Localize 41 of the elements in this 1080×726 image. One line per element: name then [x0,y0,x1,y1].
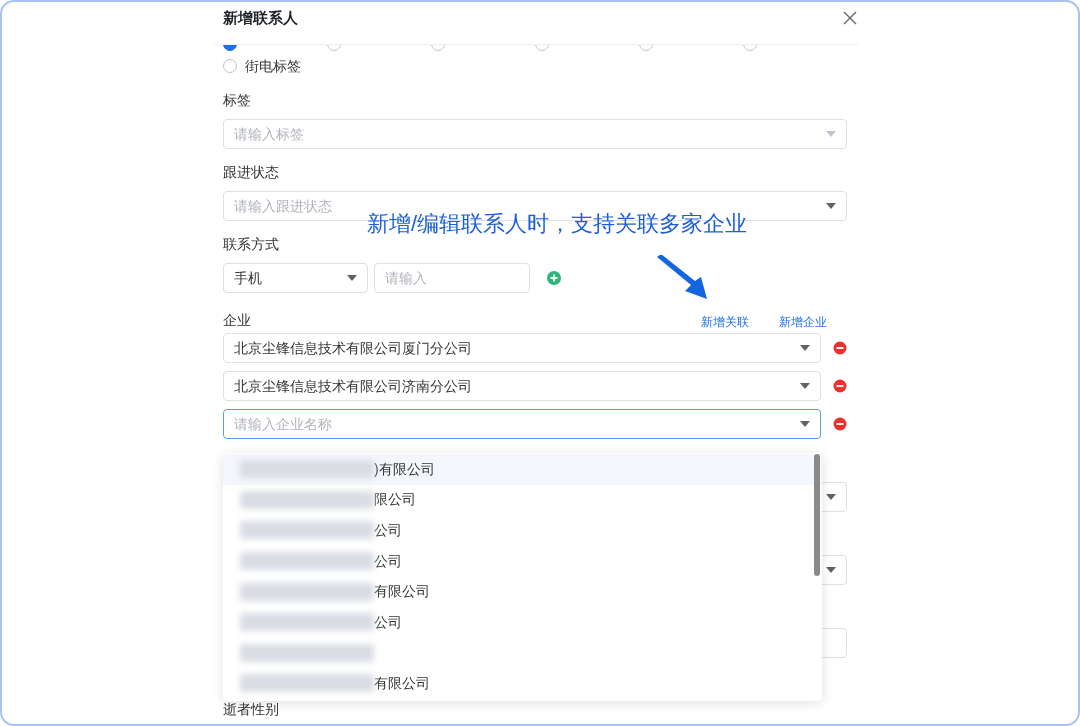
dropdown-option[interactable]: 有限公司 [223,668,822,699]
remove-icon[interactable] [833,379,847,393]
link[interactable]: 新增关联 [701,313,749,331]
caret-icon [800,383,810,389]
radio-button[interactable] [327,45,341,51]
company-select[interactable]: 北京尘锋信息技术有限公司济南分公司 [223,371,821,401]
caret-icon [826,131,836,137]
remove-icon[interactable] [833,341,847,355]
caret-icon [826,567,836,573]
close-icon[interactable] [843,11,857,25]
scrollbar[interactable] [814,454,820,576]
caret-icon [826,494,836,500]
radio-button[interactable] [223,45,237,51]
field-label: 联系方式 [223,235,280,254]
dropdown-option[interactable]: 公司 [223,606,822,638]
dropdown-option[interactable]: 限公司 [223,484,822,516]
radio-label: 街电标签 [245,56,301,76]
field-label: 跟进状态 [223,163,280,182]
link[interactable]: 新增企业 [779,313,827,331]
dropdown-option[interactable]: 有限公司 [223,576,822,607]
company-select[interactable]: 北京尘锋信息技术有限公司厦门分公司 [223,333,821,363]
radio-button[interactable] [639,45,653,51]
radio-button[interactable] [431,45,445,51]
remove-icon[interactable] [833,417,847,431]
caret-icon [826,203,836,209]
radio-button[interactable] [743,45,757,51]
caret-icon [347,275,357,281]
add-icon[interactable] [547,271,561,285]
arrow-icon [655,255,709,301]
radio-button[interactable] [535,45,549,51]
field-label: 企业 [223,311,251,330]
dialog-title: 新增联系人 [223,7,298,28]
dropdown-option[interactable]: 公司 [223,545,822,577]
caret-icon [800,421,810,427]
radio-button[interactable] [223,59,237,73]
field-label: 标签 [223,91,252,110]
field-label: 逝者性别 [223,700,280,719]
dropdown-option[interactable]: 公司 [223,515,822,546]
dropdown-option[interactable]: )有限公司 [223,454,822,485]
contact-type-select[interactable]: 手机 [223,263,368,293]
caret-icon [800,345,810,351]
